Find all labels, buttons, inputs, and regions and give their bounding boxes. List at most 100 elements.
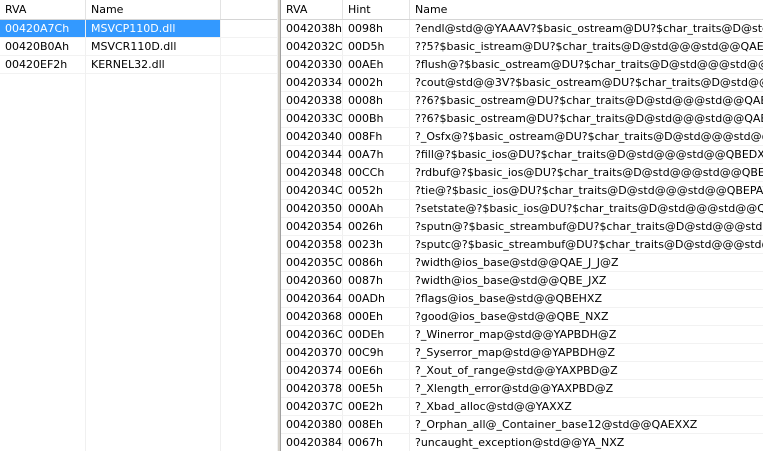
dll-name: KERNEL32.dll: [86, 56, 221, 73]
import-row[interactable]: 00420380h 008Eh ?_Orphan_all@_Container_ba…: [281, 416, 763, 434]
import-name: ?rdbuf@?$basic_ios@DU?$char_traits@D@std…: [415, 166, 763, 179]
column-divider: [85, 20, 86, 451]
import-hint: 0002h: [343, 74, 410, 91]
dll-row[interactable]: 00420A7Ch MSVCP110D.dll: [0, 20, 277, 38]
import-name: ?fill@?$basic_ios@DU?$char_traits@D@std@…: [415, 148, 763, 161]
import-row[interactable]: 00420354h 0026h ?sputn@?$basic_streambuf@D…: [281, 218, 763, 236]
dll-rva: 00420EF2h: [0, 56, 86, 73]
import-hint: 000Eh: [343, 308, 410, 325]
import-hint: 00C9h: [343, 344, 410, 361]
import-rva: 00420340h: [281, 128, 343, 145]
import-name: ?uncaught_exception@std@@YA_NXZ: [415, 436, 625, 449]
column-header-name[interactable]: Name: [86, 0, 221, 19]
dll-list-header: RVA Name: [0, 0, 277, 20]
import-hint: 00A7h: [343, 146, 410, 163]
import-row[interactable]: 00420330h 00AEh ?flush@?$basic_ostream@DU?…: [281, 56, 763, 74]
column-header-rva[interactable]: RVA: [0, 0, 86, 19]
import-name: ?_Xbad_alloc@std@@YAXXZ: [415, 400, 572, 413]
import-hint: 008Eh: [343, 416, 410, 433]
import-row[interactable]: 0042033Ch000Bh ??6?$basic_ostream@DU?$cha…: [281, 110, 763, 128]
import-hint: 0098h: [343, 20, 410, 37]
import-rva: 0042035Ch: [281, 254, 343, 271]
import-row[interactable]: 00420378h 00E5h ?_Xlength_error@std@@YAXPB…: [281, 380, 763, 398]
import-row[interactable]: 00420360h 0087h ?width@ios_base@std@@QBE_J…: [281, 272, 763, 290]
import-rva: 00420334h: [281, 74, 343, 91]
import-hint: 00DEh: [343, 326, 410, 343]
import-rva: 00420348h: [281, 164, 343, 181]
import-list-pane: RVA Hint Name 0042038h 0098h ?endl@std@@YA…: [281, 0, 763, 451]
import-name: ?_Winerror_map@std@@YAPBDH@Z: [415, 328, 617, 341]
import-hint: 0087h: [343, 272, 410, 289]
dll-list: 00420A7Ch MSVCP110D.dll 00420B0Ah MSVCR110D…: [0, 20, 277, 74]
import-row[interactable]: 00420370h 00C9h ?_Syserror_map@std@@YAPBDH…: [281, 344, 763, 362]
import-rva: 00420374h: [281, 362, 343, 379]
import-rva: 0042036Ch: [281, 326, 343, 343]
import-rva: 0042038h: [281, 20, 343, 37]
import-row[interactable]: 00420334h 0002h ?cout@std@@3V?$basic_ostre…: [281, 74, 763, 92]
import-hint: 000Ah: [343, 200, 410, 217]
import-hint: 0008h: [343, 92, 410, 109]
import-row[interactable]: 0042032Ch00D5h ??5?$basic_istream@DU?$cha…: [281, 38, 763, 56]
import-name: ?width@ios_base@std@@QBE_JXZ: [415, 274, 607, 287]
import-row[interactable]: 00420374h 00E6h ?_Xout_of_range@std@@YAXPB…: [281, 362, 763, 380]
import-row[interactable]: 00420340h 008Fh ?_Osfx@?$basic_ostream@DU?…: [281, 128, 763, 146]
import-hint: 00CCh: [343, 164, 410, 181]
import-rva: 00420354h: [281, 218, 343, 235]
import-name: ??5?$basic_istream@DU?$char_traits@D@std…: [415, 40, 763, 53]
import-hint: 00AEh: [343, 56, 410, 73]
import-rva: 0042032Ch: [281, 38, 343, 55]
import-name: ?_Xout_of_range@std@@YAXPBD@Z: [415, 364, 618, 377]
import-hint: 00D5h: [343, 38, 410, 55]
dll-rva: 00420A7Ch: [0, 20, 86, 37]
import-rva: 00420380h: [281, 416, 343, 433]
import-row[interactable]: 00420384h 0067h ?uncaught_exception@std@@Y…: [281, 434, 763, 451]
import-row[interactable]: 00420358h 0023h ?sputc@?$basic_streambuf@D…: [281, 236, 763, 254]
import-rva: 00420358h: [281, 236, 343, 253]
import-rva: 00420360h: [281, 272, 343, 289]
import-name: ?flags@ios_base@std@@QBEHXZ: [415, 292, 602, 305]
import-rva: 0042034Ch: [281, 182, 343, 199]
column-header-rva[interactable]: RVA: [281, 0, 343, 19]
import-name: ?tie@?$basic_ios@DU?$char_traits@D@std@@…: [415, 184, 763, 197]
dll-row[interactable]: 00420EF2h KERNEL32.dll: [0, 56, 277, 74]
import-rva: 00420384h: [281, 434, 343, 451]
import-name: ??6?$basic_ostream@DU?$char_traits@D@std…: [415, 94, 763, 107]
import-name: ?sputc@?$basic_streambuf@DU?$char_traits…: [415, 238, 763, 251]
import-name: ?cout@std@@3V?$basic_ostream@DU?$char_tr…: [415, 76, 763, 89]
import-rva: 00420364h: [281, 290, 343, 307]
import-name: ?sputn@?$basic_streambuf@DU?$char_traits…: [415, 220, 763, 233]
import-row[interactable]: 00420338h 0008h ??6?$basic_ostream@DU?$cha…: [281, 92, 763, 110]
import-hint: 00E6h: [343, 362, 410, 379]
import-row[interactable]: 00420364h 00ADh ?flags@ios_base@std@@QBEHX…: [281, 290, 763, 308]
import-rva: 00420370h: [281, 344, 343, 361]
import-hint: 000Bh: [343, 110, 410, 127]
import-hint: 0023h: [343, 236, 410, 253]
import-rva: 00420350h: [281, 200, 343, 217]
import-row[interactable]: 0042036Ch00DEh ?_Winerror_map@std@@YAPBDH…: [281, 326, 763, 344]
import-row[interactable]: 0042038h 0098h ?endl@std@@YAAAV?$basic_ost…: [281, 20, 763, 38]
import-row[interactable]: 00420368h 000Eh ?good@ios_base@std@@QBE_NX…: [281, 308, 763, 326]
import-row[interactable]: 00420348h 00CCh ?rdbuf@?$basic_ios@DU?$cha…: [281, 164, 763, 182]
import-row[interactable]: 0042034Ch0052h ?tie@?$basic_ios@DU?$char_…: [281, 182, 763, 200]
import-name: ?endl@std@@YAAAV?$basic_ostream@DU?$char…: [415, 22, 763, 35]
import-hint: 00E2h: [343, 398, 410, 415]
import-rva: 00420368h: [281, 308, 343, 325]
dll-name: MSVCR110D.dll: [86, 38, 221, 55]
import-hint: 0026h: [343, 218, 410, 235]
import-row[interactable]: 0042037Ch00E2h ?_Xbad_alloc@std@@YAXXZ: [281, 398, 763, 416]
import-row[interactable]: 00420350h 000Ah ?setstate@?$basic_ios@DU?$…: [281, 200, 763, 218]
import-row[interactable]: 0042035Ch0086h ?width@ios_base@std@@QAE_J…: [281, 254, 763, 272]
dll-name: MSVCP110D.dll: [86, 20, 221, 37]
import-name: ?good@ios_base@std@@QBE_NXZ: [415, 310, 609, 323]
import-hint: 008Fh: [343, 128, 410, 145]
import-hint: 0067h: [343, 434, 410, 451]
column-divider: [220, 20, 221, 451]
import-rva: 00420378h: [281, 380, 343, 397]
dll-row[interactable]: 00420B0Ah MSVCR110D.dll: [0, 38, 277, 56]
import-list: 0042038h 0098h ?endl@std@@YAAAV?$basic_ost…: [281, 20, 763, 451]
import-rva: 0042037Ch: [281, 398, 343, 415]
column-header-hint[interactable]: Hint: [343, 0, 410, 19]
import-row[interactable]: 00420344h 00A7h ?fill@?$basic_ios@DU?$char…: [281, 146, 763, 164]
column-header-name[interactable]: Name: [410, 0, 763, 19]
import-name: ?_Syserror_map@std@@YAPBDH@Z: [415, 346, 616, 359]
